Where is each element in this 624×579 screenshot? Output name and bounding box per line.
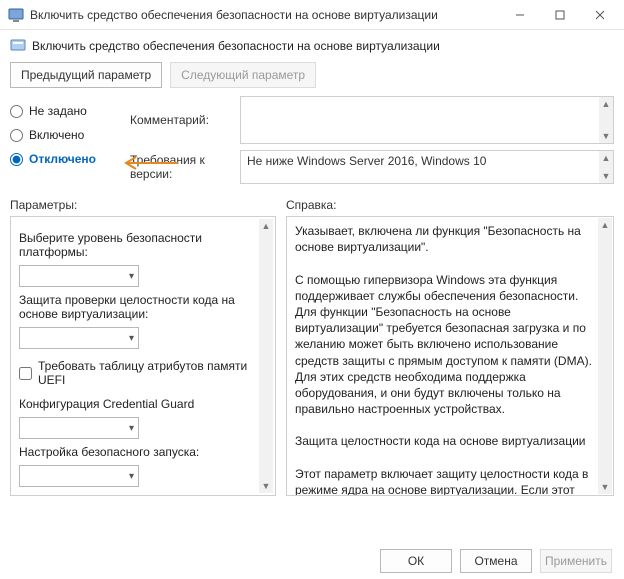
help-panel: Указывает, включена ли функция "Безопасн… xyxy=(286,216,614,496)
scroll-down-icon[interactable]: ▼ xyxy=(599,129,613,143)
scroll-down-icon[interactable]: ▼ xyxy=(259,479,273,493)
comment-row: Комментарий: ▲ ▼ xyxy=(130,96,614,144)
close-button[interactable] xyxy=(580,1,620,29)
chevron-down-icon: ▾ xyxy=(129,471,134,482)
code-integrity-label: Защита проверки целостности кода на осно… xyxy=(19,293,267,321)
chevron-down-icon: ▾ xyxy=(129,333,134,344)
radio-disabled-input[interactable] xyxy=(10,153,23,166)
comment-textarea[interactable]: ▲ ▼ xyxy=(240,96,614,144)
window-controls xyxy=(500,1,620,29)
secure-launch-label: Настройка безопасного запуска: xyxy=(19,445,267,459)
maximize-button[interactable] xyxy=(540,1,580,29)
requirements-text: Не ниже Windows Server 2016, Windows 10 … xyxy=(240,150,614,184)
help-text: Указывает, включена ли функция "Безопасн… xyxy=(295,223,609,496)
uefi-checkbox-row[interactable]: Требовать таблицу атрибутов памяти UEFI xyxy=(19,359,267,387)
radio-not-configured-label: Не задано xyxy=(29,104,87,118)
requirements-scrollbar[interactable]: ▲ ▼ xyxy=(599,151,613,183)
radio-not-configured[interactable]: Не задано xyxy=(10,104,130,118)
help-scrollbar[interactable]: ▲ ▼ xyxy=(598,218,612,494)
requirements-value: Не ниже Windows Server 2016, Windows 10 xyxy=(247,154,486,168)
policy-icon xyxy=(10,38,26,54)
platform-security-label: Выберите уровень безопасности платформы: xyxy=(19,231,267,259)
columns: Параметры: Выберите уровень безопасности… xyxy=(10,198,614,496)
chevron-down-icon: ▾ xyxy=(129,271,134,282)
app-icon xyxy=(8,7,24,23)
radio-disabled-label: Отключено xyxy=(29,152,96,166)
radio-not-configured-input[interactable] xyxy=(10,105,23,118)
help-header: Справка: xyxy=(286,198,614,212)
comment-label: Комментарий: xyxy=(130,113,240,127)
secure-launch-dropdown[interactable]: ▾ xyxy=(19,465,139,487)
credential-guard-dropdown[interactable]: ▾ xyxy=(19,417,139,439)
uefi-checkbox[interactable] xyxy=(19,367,32,380)
radio-enabled-input[interactable] xyxy=(10,129,23,142)
help-column: Справка: Указывает, включена ли функция … xyxy=(286,198,614,496)
radio-disabled[interactable]: Отключено xyxy=(10,152,130,166)
params-scrollbar[interactable]: ▲ ▼ xyxy=(259,219,273,493)
page-title: Включить средство обеспечения безопаснос… xyxy=(32,39,440,53)
next-setting-button[interactable]: Следующий параметр xyxy=(170,62,316,88)
titlebar: Включить средство обеспечения безопаснос… xyxy=(0,0,624,30)
scroll-up-icon[interactable]: ▲ xyxy=(599,97,613,111)
annotation-arrow xyxy=(122,156,178,170)
minimize-button[interactable] xyxy=(500,1,540,29)
scroll-up-icon[interactable]: ▲ xyxy=(259,219,273,233)
scroll-up-icon[interactable]: ▲ xyxy=(599,151,613,165)
prev-setting-button[interactable]: Предыдущий параметр xyxy=(10,62,162,88)
right-fields: Комментарий: ▲ ▼ Требования к версии: Не… xyxy=(130,96,614,190)
scroll-up-icon[interactable]: ▲ xyxy=(598,218,612,232)
scroll-down-icon[interactable]: ▼ xyxy=(598,480,612,494)
platform-security-dropdown[interactable]: ▾ xyxy=(19,265,139,287)
window-title: Включить средство обеспечения безопаснос… xyxy=(30,8,500,22)
uefi-checkbox-label: Требовать таблицу атрибутов памяти UEFI xyxy=(38,359,267,387)
params-column: Параметры: Выберите уровень безопасности… xyxy=(10,198,276,496)
scroll-down-icon[interactable]: ▼ xyxy=(599,169,613,183)
state-and-fields: Не задано Включено Отключено Комментарий… xyxy=(10,96,614,190)
comment-scrollbar[interactable]: ▲ ▼ xyxy=(599,97,613,143)
radio-enabled[interactable]: Включено xyxy=(10,128,130,142)
radio-enabled-label: Включено xyxy=(29,128,84,142)
state-radios: Не задано Включено Отключено xyxy=(10,96,130,190)
nav-row: Предыдущий параметр Следующий параметр xyxy=(10,60,614,96)
params-panel: Выберите уровень безопасности платформы:… xyxy=(10,216,276,496)
dialog-buttons: ОК Отмена Применить xyxy=(0,549,624,573)
cancel-button[interactable]: Отмена xyxy=(460,549,532,573)
chevron-down-icon: ▾ xyxy=(129,423,134,434)
credential-guard-label: Конфигурация Credential Guard xyxy=(19,397,267,411)
apply-button[interactable]: Применить xyxy=(540,549,612,573)
page-heading: Включить средство обеспечения безопаснос… xyxy=(10,34,614,60)
ok-button[interactable]: ОК xyxy=(380,549,452,573)
requirements-row: Требования к версии: Не ниже Windows Ser… xyxy=(130,150,614,184)
code-integrity-dropdown[interactable]: ▾ xyxy=(19,327,139,349)
params-header: Параметры: xyxy=(10,198,276,212)
